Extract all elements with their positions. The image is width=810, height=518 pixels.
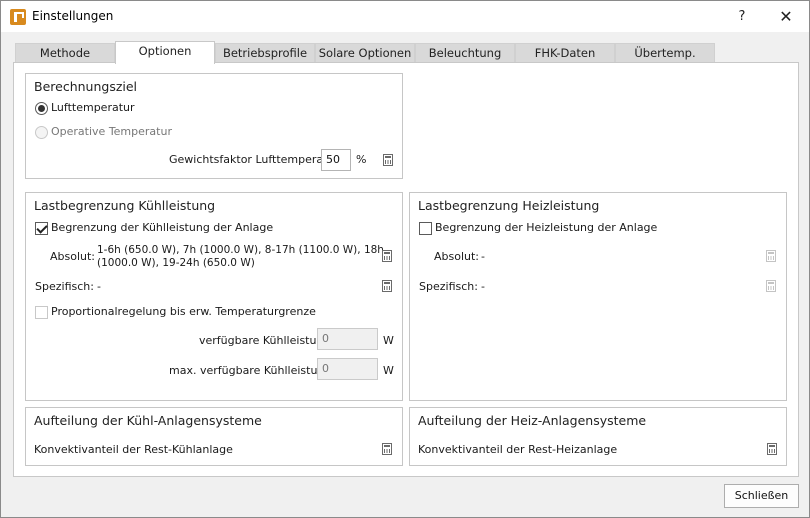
absolut-label: Absolut: (50, 250, 96, 263)
konvektivanteil-kuehl-label: Konvektivanteil der Rest-Kühlanlage (34, 443, 233, 456)
group-title: Lastbegrenzung Heizleistung (418, 198, 600, 213)
checkbox-begrenzung-kuehl[interactable] (35, 222, 48, 235)
settings-dialog: Einstellungen ? ✕ Methode Optionen Betri… (0, 0, 810, 518)
max-verfuegbar-label: max. verfügbare Kühlleistung (169, 364, 332, 377)
window-title: Einstellungen (32, 9, 114, 23)
close-window-button[interactable]: ✕ (773, 6, 799, 28)
group-lastbegrenzung-kuehl: Lastbegrenzung Kühlleistung Begrenzung d… (25, 192, 403, 401)
checkbox-label: Proportionalregelung bis erw. Temperatur… (51, 305, 316, 318)
tab-uebertemp[interactable]: Übertemp. (615, 43, 715, 63)
help-button[interactable]: ? (729, 6, 755, 28)
checkbox-label: Begrenzung der Kühlleistung der Anlage (51, 221, 274, 234)
radio-operative-temperatur[interactable] (35, 126, 48, 139)
tab-fhk-daten[interactable]: FHK-Daten (515, 43, 615, 63)
calculator-icon[interactable] (382, 280, 392, 292)
app-logo-icon (10, 9, 26, 25)
radio-label: Lufttemperatur (51, 101, 135, 114)
absolut-label: Absolut: (434, 250, 480, 263)
verfuegbar-input[interactable]: 0 (317, 328, 378, 350)
spezifisch-value: - (481, 280, 485, 293)
checkbox-label: Begrenzung der Heizleistung der Anlage (435, 221, 658, 234)
verfuegbar-unit: W (383, 334, 394, 347)
group-title: Lastbegrenzung Kühlleistung (34, 198, 216, 213)
absolut-value: - (481, 250, 485, 263)
verfuegbar-label: verfügbare Kühlleistung (199, 334, 331, 347)
gewicht-input[interactable]: 50 (321, 149, 351, 171)
gewicht-unit: % (356, 153, 367, 166)
group-title: Aufteilung der Heiz-Anlagensysteme (418, 413, 647, 428)
tab-beleuchtung[interactable]: Beleuchtung (415, 43, 515, 63)
calculator-icon (766, 280, 776, 292)
radio-lufttemperatur[interactable] (35, 102, 48, 115)
konvektivanteil-heiz-label: Konvektivanteil der Rest-Heizanlage (418, 443, 618, 456)
options-page: Berechnungsziel Lufttemperatur Operative… (13, 62, 799, 477)
tab-betriebsprofile[interactable]: Betriebsprofile (215, 43, 315, 63)
absolut-value-line2: (1000.0 W), 19-24h (650.0 W) (97, 257, 255, 269)
title-bar: Einstellungen ? ✕ (1, 1, 809, 32)
tab-methode[interactable]: Methode (15, 43, 115, 63)
group-lastbegrenzung-heiz: Lastbegrenzung Heizleistung Begrenzung d… (409, 192, 787, 401)
calculator-icon[interactable] (382, 443, 392, 455)
schliessen-button[interactable]: Schließen (724, 484, 799, 508)
checkbox-begrenzung-heiz[interactable] (419, 222, 432, 235)
radio-label: Operative Temperatur (51, 125, 172, 138)
absolut-value-line1: 1-6h (650.0 W), 7h (1000.0 W), 8-17h (11… (97, 244, 384, 256)
group-aufteilung-heiz: Aufteilung der Heiz-Anlagensysteme Konve… (409, 407, 787, 466)
tab-solare-optionen[interactable]: Solare Optionen (315, 43, 415, 63)
calculator-icon[interactable] (767, 443, 777, 455)
group-title: Berechnungsziel (34, 79, 138, 94)
max-verfuegbar-input[interactable]: 0 (317, 358, 378, 380)
spezifisch-value: - (97, 280, 101, 293)
spezifisch-label: Spezifisch: (419, 280, 478, 293)
calculator-icon (766, 250, 776, 262)
group-title: Aufteilung der Kühl-Anlagensysteme (34, 413, 262, 428)
max-verfuegbar-unit: W (383, 364, 394, 377)
checkbox-proportionalregelung[interactable] (35, 306, 48, 319)
calculator-icon[interactable] (383, 154, 393, 166)
tab-optionen[interactable]: Optionen (115, 41, 215, 64)
spezifisch-label: Spezifisch: (35, 280, 94, 293)
calculator-icon[interactable] (382, 250, 392, 262)
group-berechnungsziel: Berechnungsziel Lufttemperatur Operative… (25, 73, 403, 179)
group-aufteilung-kuehl: Aufteilung der Kühl-Anlagensysteme Konve… (25, 407, 403, 466)
gewicht-label: Gewichtsfaktor Lufttemperatur (169, 153, 339, 166)
